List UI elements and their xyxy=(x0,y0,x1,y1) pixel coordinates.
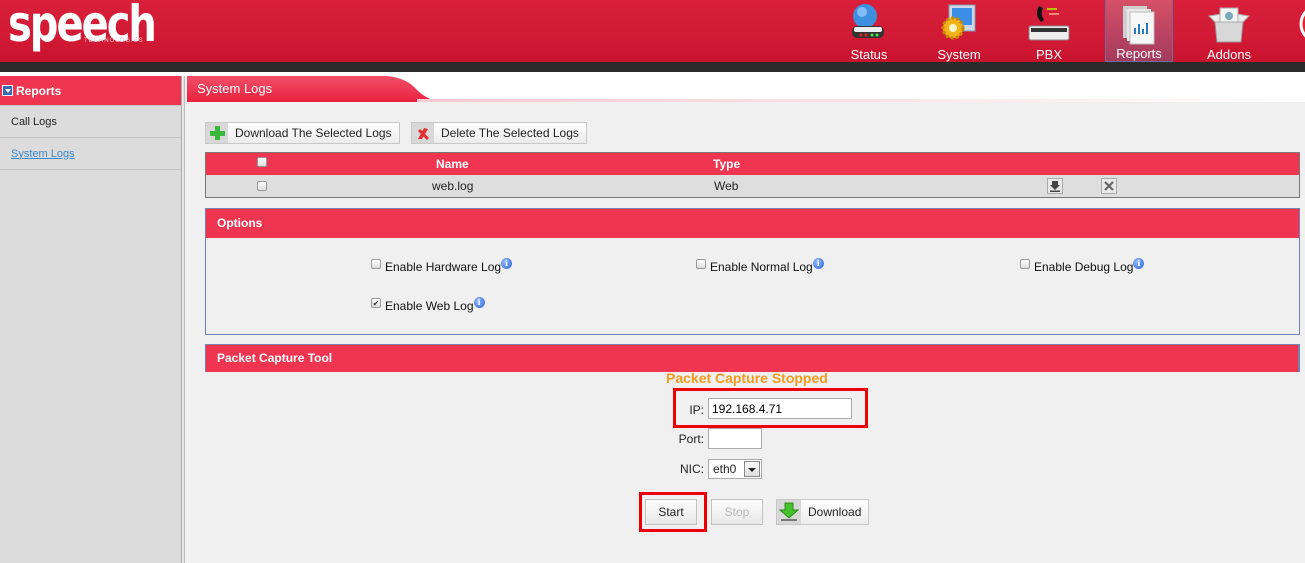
download-selected-logs-button[interactable]: Download The Selected Logs xyxy=(205,122,400,144)
packet-capture-title: Packet Capture Tool xyxy=(206,345,1298,372)
nic-select[interactable]: eth0 xyxy=(708,459,762,479)
top-header: speech TECHNOLOGIES Status System PBX Re… xyxy=(0,0,1305,62)
column-header-type: Type xyxy=(713,157,741,171)
row-checkbox[interactable] xyxy=(257,181,267,191)
info-icon[interactable]: i xyxy=(1133,257,1145,269)
nic-label: NIC: xyxy=(680,462,704,476)
debug-log-label: Enable Debug Log xyxy=(1034,260,1134,274)
addons-box-icon xyxy=(1207,7,1251,43)
logs-table-header: Name Type xyxy=(206,153,1299,175)
hardware-log-label: Enable Hardware Log xyxy=(385,260,502,274)
select-all-checkbox[interactable] xyxy=(257,157,267,167)
plus-icon xyxy=(206,123,228,143)
nav-status[interactable]: Status xyxy=(824,0,914,62)
hardware-log-checkbox[interactable] xyxy=(371,259,381,269)
stop-button[interactable]: Stop xyxy=(711,499,763,525)
option-debug-log[interactable]: Enable Debug Log i xyxy=(1020,257,1145,274)
delete-selected-logs-label: Delete The Selected Logs xyxy=(434,123,586,143)
delete-x-icon xyxy=(412,123,434,143)
option-normal-log[interactable]: Enable Normal Log i xyxy=(696,257,824,274)
nav-status-label: Status xyxy=(850,47,888,62)
report-chart-icon xyxy=(1123,6,1155,45)
nav-reports-label: Reports xyxy=(1116,46,1162,61)
nav-addons-label: Addons xyxy=(1206,47,1252,62)
packet-capture-panel: Packet Capture Tool xyxy=(205,344,1300,372)
sidebar-section-reports[interactable]: Reports xyxy=(0,76,181,106)
delete-selected-logs-button[interactable]: Delete The Selected Logs xyxy=(411,122,587,144)
download-arrow-icon xyxy=(777,500,801,524)
capture-download-label: Download xyxy=(801,500,869,524)
nav-pbx-label: PBX xyxy=(1035,47,1062,62)
brand-logo: speech TECHNOLOGIES xyxy=(8,0,157,58)
options-title: Options xyxy=(206,209,1299,238)
option-hardware-log[interactable]: Enable Hardware Log i xyxy=(371,257,513,274)
sidebar-splitter[interactable] xyxy=(183,76,185,563)
nav-system[interactable]: System xyxy=(914,0,1004,62)
collapse-triangle-icon xyxy=(2,85,13,96)
info-icon[interactable]: i xyxy=(501,257,513,269)
start-button[interactable]: Start xyxy=(645,499,697,525)
row-type: Web xyxy=(714,179,739,193)
sidebar-section-label: Reports xyxy=(16,83,62,98)
web-log-label: Enable Web Log xyxy=(385,299,474,313)
table-row: web.log Web xyxy=(206,175,1299,197)
chevron-down-icon[interactable] xyxy=(744,461,760,477)
nav-system-label: System xyxy=(937,47,981,62)
title-tab-shape xyxy=(187,76,1305,102)
phone-pbx-icon xyxy=(1028,6,1070,41)
normal-log-label: Enable Normal Log xyxy=(710,260,813,274)
option-web-log[interactable]: ✔ Enable Web Log i xyxy=(371,296,485,313)
page-title-bar: System Logs xyxy=(187,76,1305,102)
gear-monitor-icon xyxy=(941,4,976,40)
ip-label: IP: xyxy=(689,403,704,417)
brand-tagline: TECHNOLOGIES xyxy=(84,38,144,44)
router-globe-icon xyxy=(852,4,884,38)
debug-log-checkbox[interactable] xyxy=(1020,259,1030,269)
header-divider xyxy=(0,62,1305,72)
main-nav: Status System PBX Reports Addons xyxy=(824,0,1305,62)
port-input[interactable] xyxy=(708,428,762,449)
sidebar: Reports Call Logs System Logs xyxy=(0,76,182,563)
port-label: Port: xyxy=(678,432,704,446)
brand-name: speech xyxy=(8,0,157,54)
nic-select-value: eth0 xyxy=(713,462,737,476)
logs-table: Name Type web.log Web xyxy=(205,152,1300,198)
capture-download-button[interactable]: Download xyxy=(776,499,870,525)
info-icon[interactable]: i xyxy=(812,257,824,269)
nav-addons[interactable]: Addons xyxy=(1184,0,1274,62)
sidebar-item-system-logs[interactable]: System Logs xyxy=(0,138,181,170)
row-name: web.log xyxy=(432,179,474,193)
web-log-checkbox[interactable]: ✔ xyxy=(371,298,381,308)
column-header-name: Name xyxy=(436,157,469,171)
info-icon[interactable]: i xyxy=(473,296,485,308)
nav-logout[interactable]: Logout xyxy=(1274,0,1305,62)
download-selected-logs-label: Download The Selected Logs xyxy=(228,123,399,143)
download-row-icon[interactable] xyxy=(1047,178,1063,194)
packet-capture-status: Packet Capture Stopped xyxy=(666,370,828,386)
delete-row-icon[interactable] xyxy=(1101,178,1117,194)
logout-x-icon xyxy=(1299,10,1305,38)
sidebar-item-call-logs[interactable]: Call Logs xyxy=(0,106,181,138)
normal-log-checkbox[interactable] xyxy=(696,259,706,269)
nav-pbx[interactable]: PBX xyxy=(1004,0,1094,62)
nav-reports[interactable]: Reports xyxy=(1105,0,1173,62)
page-title: System Logs xyxy=(197,81,273,96)
ip-input[interactable] xyxy=(708,398,852,419)
